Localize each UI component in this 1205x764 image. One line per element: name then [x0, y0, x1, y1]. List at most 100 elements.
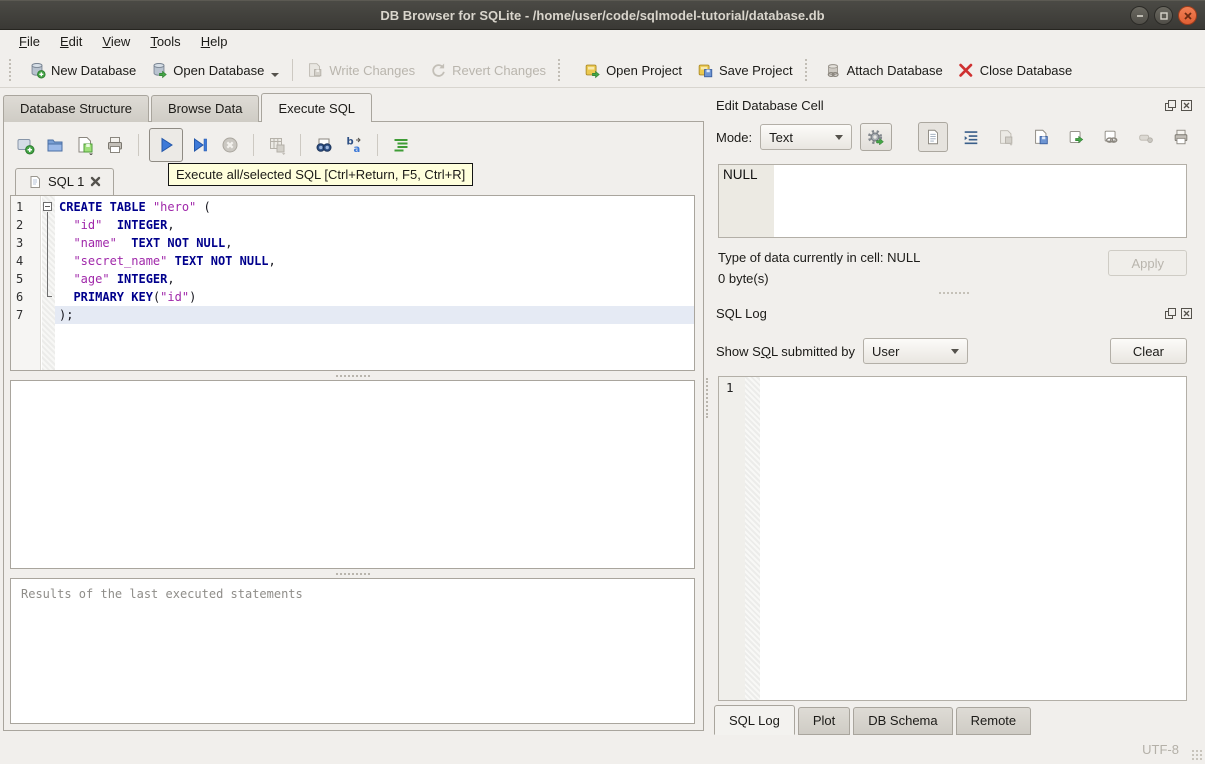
- sql-editor-line[interactable]: 1 CREATE TABLE "hero" (: [11, 198, 694, 216]
- close-tab-icon[interactable]: [90, 176, 101, 187]
- tab-sql-log[interactable]: SQL Log: [714, 705, 795, 735]
- tab-browse-data[interactable]: Browse Data: [151, 95, 260, 122]
- print-cell-button[interactable]: [1169, 125, 1193, 149]
- auto-switch-mode-button[interactable]: [860, 123, 893, 151]
- splitter-handle[interactable]: [10, 569, 695, 578]
- close-database-button[interactable]: Close Database: [950, 57, 1080, 83]
- sql-editor-line[interactable]: 5 "age" INTEGER,: [11, 270, 694, 288]
- save-project-icon: [698, 64, 713, 78]
- save-sql-file-button[interactable]: [72, 132, 98, 158]
- sql-toolbar: ba: [10, 126, 695, 164]
- minimize-icon[interactable]: [1130, 6, 1149, 25]
- new-database-button[interactable]: New Database: [21, 57, 143, 83]
- maximize-icon[interactable]: [1154, 6, 1173, 25]
- write-changes-label: Write Changes: [329, 62, 416, 78]
- execute-all-button[interactable]: [149, 128, 183, 162]
- tab-plot[interactable]: Plot: [797, 707, 851, 735]
- sql-toolbar-separator: [300, 134, 301, 156]
- print-icon: [1174, 129, 1188, 145]
- print-sql-button[interactable]: [102, 132, 128, 158]
- text-view-toggle[interactable]: [918, 122, 948, 152]
- close-icon[interactable]: [1178, 6, 1197, 25]
- export-results-button[interactable]: [264, 132, 290, 158]
- open-in-external-button[interactable]: [1099, 125, 1123, 149]
- encoding-indicator[interactable]: UTF-8: [1142, 742, 1179, 757]
- log-line-number: 1: [719, 377, 745, 700]
- word-wrap-toggle[interactable]: [959, 125, 983, 149]
- mode-label: Mode:: [716, 129, 753, 145]
- export-cell-data-button[interactable]: [1064, 125, 1088, 149]
- log-source-select[interactable]: User: [863, 338, 968, 364]
- tab-db-schema[interactable]: DB Schema: [853, 707, 953, 735]
- toolbar-grip[interactable]: [804, 59, 812, 81]
- menu-edit[interactable]: Edit: [51, 32, 91, 51]
- sql-editor[interactable]: 1 CREATE TABLE "hero" (2 "id" INTEGER, 3 "…: [10, 195, 695, 371]
- clear-log-button[interactable]: Clear: [1109, 338, 1187, 364]
- toolbar-grip[interactable]: [558, 59, 565, 81]
- sql-editor-line[interactable]: 4 "secret_name" TEXT NOT NULL,: [11, 252, 694, 270]
- results-grid-pane[interactable]: [10, 380, 695, 569]
- find-replace-button[interactable]: ba: [341, 132, 367, 158]
- close-dock-icon[interactable]: [1180, 307, 1193, 320]
- stop-icon: [222, 137, 238, 153]
- apply-button[interactable]: Apply: [1108, 250, 1187, 276]
- tab-database-structure[interactable]: Database Structure: [3, 95, 150, 122]
- find-button[interactable]: [311, 132, 337, 158]
- float-dock-icon[interactable]: [1164, 99, 1177, 112]
- sql-toolbar-separator: [377, 134, 378, 156]
- format-sql-button[interactable]: [388, 132, 414, 158]
- menu-file[interactable]: File: [10, 32, 49, 51]
- set-null-button[interactable]: [1134, 125, 1158, 149]
- cell-value-editor[interactable]: NULL: [718, 164, 1187, 238]
- attach-database-button[interactable]: Attach Database: [817, 57, 950, 83]
- close-database-icon: [959, 63, 973, 77]
- save-project-label: Save Project: [718, 62, 793, 78]
- sql-editor-line[interactable]: 6 PRIMARY KEY("id"): [11, 288, 694, 306]
- save-cell-data-button[interactable]: [1029, 125, 1053, 149]
- save-project-button[interactable]: Save Project: [689, 57, 800, 83]
- new-sql-tab-button[interactable]: [12, 132, 38, 158]
- import-cell-data-button[interactable]: [994, 125, 1018, 149]
- revert-changes-button[interactable]: Revert Changes: [422, 57, 553, 83]
- sql-log-filter-row: Show SQL submitted by User Clear: [710, 326, 1197, 368]
- vertical-splitter-handle[interactable]: [704, 88, 710, 735]
- titlebar: DB Browser for SQLite - /home/user/code/…: [0, 0, 1205, 30]
- sql-log-view[interactable]: 1: [718, 376, 1187, 701]
- save-as-icon: [1035, 129, 1048, 145]
- execution-log-pane[interactable]: Results of the last executed statements: [10, 578, 695, 724]
- menu-help[interactable]: Help: [192, 32, 237, 51]
- menu-tools[interactable]: Tools: [141, 32, 189, 51]
- close-dock-icon[interactable]: [1180, 99, 1193, 112]
- cell-toolbar: [900, 122, 1193, 152]
- write-changes-button[interactable]: Write Changes: [299, 57, 422, 83]
- open-database-dropdown-icon[interactable]: [271, 73, 280, 77]
- tab-remote[interactable]: Remote: [955, 707, 1032, 735]
- execute-line-button[interactable]: [187, 132, 213, 158]
- open-database-icon: [153, 62, 167, 79]
- chevron-down-icon: [951, 348, 959, 354]
- sql-document-icon: [30, 175, 40, 188]
- new-database-label: New Database: [51, 62, 137, 78]
- sql-editor-line[interactable]: 7);: [11, 306, 694, 324]
- sql-editor-line[interactable]: 3 "name" TEXT NOT NULL,: [11, 234, 694, 252]
- save-sql-file-icon: [78, 137, 93, 155]
- menu-view[interactable]: View: [93, 32, 139, 51]
- mode-select[interactable]: Text: [760, 124, 853, 150]
- tooltip: Execute all/selected SQL [Ctrl+Return, F…: [168, 163, 474, 186]
- find-replace-icon: ba: [347, 137, 361, 155]
- splitter-handle[interactable]: [10, 371, 695, 380]
- float-dock-icon[interactable]: [1164, 307, 1177, 320]
- dock-splitter-handle[interactable]: [710, 286, 1197, 300]
- resize-grip[interactable]: [1191, 749, 1203, 761]
- open-database-button[interactable]: Open Database: [143, 57, 286, 83]
- sql-doc-tab[interactable]: SQL 1: [15, 168, 115, 195]
- chevron-down-icon: [835, 134, 844, 140]
- stop-execution-button[interactable]: [217, 132, 243, 158]
- open-project-button[interactable]: Open Project: [576, 57, 689, 83]
- open-sql-file-button[interactable]: [42, 132, 68, 158]
- sql-editor-line[interactable]: 2 "id" INTEGER,: [11, 216, 694, 234]
- tab-execute-sql[interactable]: Execute SQL: [261, 93, 373, 122]
- new-tab-icon: [17, 139, 35, 155]
- toolbar-grip[interactable]: [9, 59, 16, 81]
- statusbar: UTF-8: [0, 735, 1205, 764]
